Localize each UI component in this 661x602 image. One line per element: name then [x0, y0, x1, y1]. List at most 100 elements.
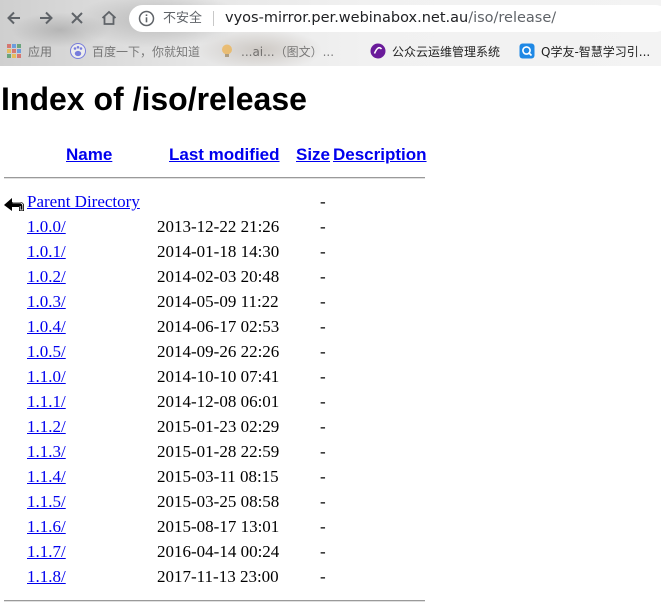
table-row: 1.0.1/2014-01-18 14:30 - — [0, 241, 661, 266]
table-row: 1.1.1/2014-12-08 06:01 - — [0, 391, 661, 416]
table-row: 1.0.5/2014-09-26 22:26 - — [0, 341, 661, 366]
apps-grid-icon — [7, 44, 21, 58]
size-cell: - — [320, 367, 326, 386]
last-modified-cell: 2015-01-23 02:29 — [157, 417, 280, 436]
bookmark-cloud-ops[interactable]: 公众云运维管理系统 — [370, 42, 500, 60]
size-cell: - — [320, 442, 326, 461]
last-modified-cell: 2014-02-03 20:48 — [157, 267, 280, 286]
url-text[interactable]: vyos-mirror.per.webinabox.net.au/iso/rel… — [225, 9, 556, 28]
arrow-right-icon — [40, 11, 53, 25]
size-cell: - — [320, 392, 326, 411]
directory-link[interactable]: 1.0.4/ — [27, 316, 66, 338]
q-logo-icon — [519, 43, 535, 59]
sort-by-modified-link[interactable]: Last modified — [169, 144, 280, 166]
last-modified-cell: 2014-01-18 14:30 — [157, 242, 280, 261]
last-modified-cell: 2015-03-25 08:58 — [157, 492, 280, 511]
directory-link[interactable]: 1.1.3/ — [27, 441, 66, 463]
bookmark-qxueyou[interactable]: Q学友-智慧学习引... — [519, 42, 650, 60]
bookmarks-bar: 应用 百度一下，你就知道 ...ai...（图文）... 公众云运维管理系统 Q… — [0, 37, 661, 65]
table-row: 1.1.8/2017-11-13 23:00 - — [0, 566, 661, 591]
table-row: 1.1.7/2016-04-14 00:24 - — [0, 541, 661, 566]
table-row: 1.0.2/2014-02-03 20:48 - — [0, 266, 661, 291]
size-cell: - — [320, 567, 326, 586]
last-modified-cell: 2014-12-08 06:01 — [157, 392, 280, 411]
last-modified-cell: 2014-06-17 02:53 — [157, 317, 280, 336]
size-cell: - — [320, 292, 326, 311]
size-cell: - — [320, 317, 326, 336]
directory-link[interactable]: 1.1.5/ — [27, 491, 66, 513]
url-path: /iso/release/ — [468, 10, 557, 26]
size-cell: - — [320, 192, 326, 211]
size-cell: - — [320, 217, 326, 236]
size-cell: - — [320, 517, 326, 536]
address-separator — [213, 11, 214, 26]
last-modified-cell: 2014-05-09 11:22 — [157, 292, 279, 311]
table-row: 1.0.0/2013-12-22 21:26 - — [0, 216, 661, 241]
size-cell: - — [320, 342, 326, 361]
size-cell: - — [320, 267, 326, 286]
table-row: 1.1.5/2015-03-25 08:58 - — [0, 491, 661, 516]
table-row: 1.0.4/2014-06-17 02:53 - — [0, 316, 661, 341]
info-icon[interactable] — [138, 10, 155, 27]
directory-link[interactable]: 1.1.8/ — [27, 566, 66, 588]
table-row: 1.0.3/2014-05-09 11:22 - — [0, 291, 661, 316]
parent-directory-row: Parent Directory - — [0, 191, 661, 216]
back-button[interactable] — [3, 7, 25, 29]
directory-link[interactable]: 1.0.1/ — [27, 241, 66, 263]
directory-link[interactable]: 1.1.4/ — [27, 466, 66, 488]
table-row: 1.1.0/2014-10-10 07:41 - — [0, 366, 661, 391]
bookmark-label: 百度一下，你就知道 — [92, 44, 201, 59]
stop-button[interactable] — [66, 7, 88, 29]
bookmark-article[interactable]: ...ai...（图文）... — [219, 42, 334, 60]
baidu-paw-icon — [70, 43, 86, 59]
security-label[interactable]: 不安全 — [163, 10, 202, 27]
size-cell: - — [320, 542, 326, 561]
close-icon — [71, 12, 83, 24]
directory-link[interactable]: 1.1.2/ — [27, 416, 66, 438]
sort-by-size-link[interactable]: Size — [296, 144, 330, 166]
bookmark-baidu[interactable]: 百度一下，你就知道 — [70, 42, 200, 60]
table-row: 1.1.4/2015-03-11 08:15 - — [0, 466, 661, 491]
table-row: 1.1.3/2015-01-28 22:59 - — [0, 441, 661, 466]
bookmark-label: 公众云运维管理系统 — [392, 44, 501, 59]
header-divider — [4, 177, 425, 179]
purple-orb-icon — [370, 43, 386, 59]
directory-link[interactable]: 1.1.7/ — [27, 541, 66, 563]
table-row: 1.1.2/2015-01-23 02:29 - — [0, 416, 661, 441]
bookmark-label: Q学友-智慧学习引... — [541, 44, 651, 59]
browser-chrome: 不安全 vyos-mirror.per.webinabox.net.au/iso… — [0, 0, 661, 66]
sort-by-name-link[interactable]: Name — [66, 144, 112, 166]
home-button[interactable] — [98, 7, 120, 29]
directory-link[interactable]: 1.1.1/ — [27, 391, 66, 413]
home-icon — [101, 10, 117, 25]
bookmark-label: ...ai...（图文）... — [241, 44, 335, 59]
sort-by-description-link[interactable]: Description — [333, 144, 427, 166]
size-cell: - — [320, 417, 326, 436]
size-cell: - — [320, 467, 326, 486]
directory-link[interactable]: 1.0.5/ — [27, 341, 66, 363]
url-host: vyos-mirror.per.webinabox.net.au — [225, 10, 469, 26]
page-title: Index of /iso/release — [1, 81, 307, 117]
last-modified-cell: 2015-03-11 08:15 — [157, 467, 279, 486]
last-modified-cell: 2014-10-10 07:41 — [157, 367, 280, 386]
parent-directory-link[interactable]: Parent Directory — [27, 191, 140, 213]
page-content: Index of /iso/release Name Last modified… — [0, 66, 661, 602]
directory-link[interactable]: 1.0.2/ — [27, 266, 66, 288]
back-arrow-icon — [4, 198, 24, 211]
last-modified-cell: 2013-12-22 21:26 — [157, 217, 280, 236]
last-modified-cell: 2016-04-14 00:24 — [157, 542, 280, 561]
table-row: 1.1.6/2015-08-17 13:01 - — [0, 516, 661, 541]
size-cell: - — [320, 492, 326, 511]
directory-link[interactable]: 1.0.0/ — [27, 216, 66, 238]
size-cell: - — [320, 242, 326, 261]
forward-button[interactable] — [35, 7, 57, 29]
directory-link[interactable]: 1.1.6/ — [27, 516, 66, 538]
last-modified-cell: 2015-08-17 13:01 — [157, 517, 280, 536]
directory-link[interactable]: 1.0.3/ — [27, 291, 66, 313]
bookmark-label: 应用 — [28, 44, 53, 59]
bookmark-apps[interactable]: 应用 — [6, 42, 52, 60]
address-bar[interactable]: 不安全 vyos-mirror.per.webinabox.net.au/iso… — [129, 5, 661, 32]
last-modified-cell: 2017-11-13 23:00 — [157, 567, 279, 586]
directory-link[interactable]: 1.1.0/ — [27, 366, 66, 388]
last-modified-cell: 2015-01-28 22:59 — [157, 442, 280, 461]
